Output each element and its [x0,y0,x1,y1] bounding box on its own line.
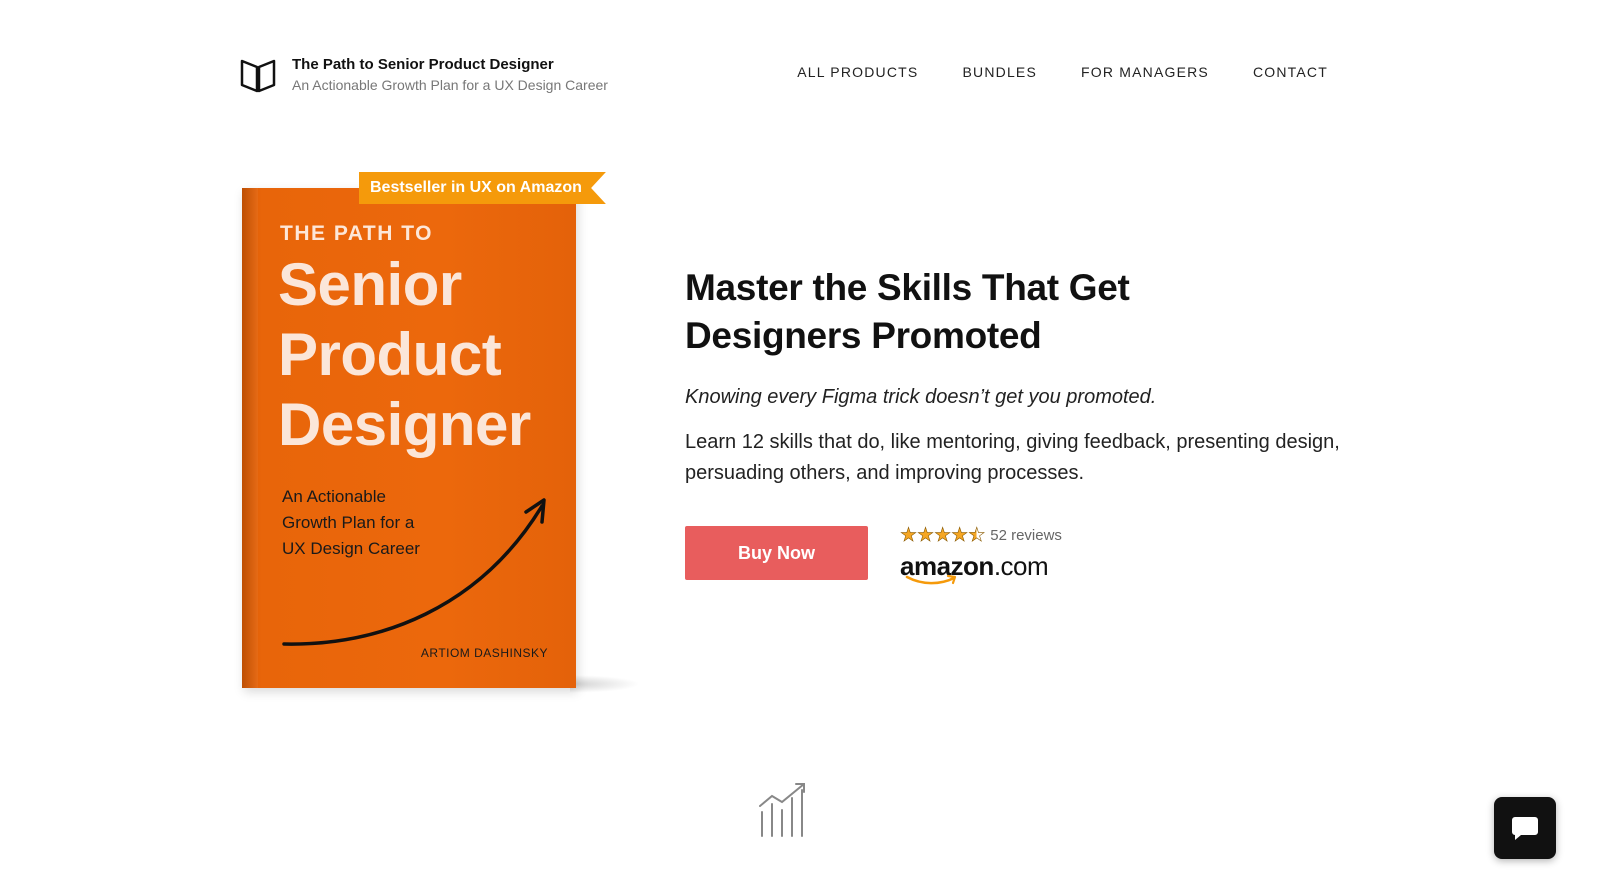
bestseller-ribbon: Bestseller in UX on Amazon [359,172,606,204]
rating-row: ★ ★ ★ ★ ★ 52 reviews [900,525,1062,546]
chat-bubble-icon [1512,817,1538,840]
book-cover-image: Bestseller in UX on Amazon THE PATH TO S… [240,170,640,700]
star-icon: ★ [951,525,969,546]
brand-title: The Path to Senior Product Designer [292,56,554,73]
book-title: Senior Product Designer [278,250,531,460]
buy-now-button[interactable]: Buy Now [685,526,868,580]
nav-bundles[interactable]: BUNDLES [962,64,1037,80]
hero-tagline: Knowing every Figma trick doesn’t get yo… [685,386,1157,408]
half-star-icon: ★ [968,525,986,546]
reviews-count: 52 reviews [990,527,1062,544]
star-icon: ★ [934,525,952,546]
book-subtitle: An Actionable Growth Plan for a UX Desig… [282,484,452,562]
nav-all-products[interactable]: ALL PRODUCTS [797,64,918,80]
open-book-icon [240,59,276,93]
book-subtitle-line: UX Design Career [282,539,420,558]
brand-subtitle: An Actionable Growth Plan for a UX Desig… [292,77,608,93]
hero-title: Master the Skills That Get Designers Pro… [685,264,1345,360]
book-title-line: Senior [278,251,462,318]
amazon-logo: amazon.com [900,551,1062,585]
cta-row: Buy Now ★ ★ ★ ★ ★ 52 reviews amazon.com [685,526,1062,585]
chat-widget-button[interactable] [1494,797,1556,859]
main-nav: ALL PRODUCTS BUNDLES FOR MANAGERS CONTAC… [797,64,1328,80]
book-subtitle-line: An Actionable [282,487,386,506]
hero-content: Master the Skills That Get Designers Pro… [685,264,1345,489]
hero-title-line: Designers Promoted [685,315,1042,356]
amazon-reviews-link[interactable]: ★ ★ ★ ★ ★ 52 reviews amazon.com [900,526,1062,585]
book-subtitle-line: Growth Plan for a [282,513,415,532]
star-icon: ★ [900,525,918,546]
nav-contact[interactable]: CONTACT [1253,64,1328,80]
site-header: The Path to Senior Product Designer An A… [0,0,1600,140]
nav-for-managers[interactable]: FOR MANAGERS [1081,64,1209,80]
book-shadow [570,675,640,693]
book-spine [242,188,258,688]
hero-title-line: Master the Skills That Get [685,267,1130,308]
hero-description: Learn 12 skills that do, like mentoring,… [685,431,1340,484]
book-title-line: Designer [278,391,531,458]
book-title-line: Product [278,321,502,388]
brand-text: The Path to Senior Product Designer An A… [292,55,608,95]
star-icon: ★ [917,525,935,546]
amazon-smile-icon [905,574,957,585]
book-author: ARTIOM DASHINSKY [420,646,548,660]
bar-chart-growth-icon [759,783,805,837]
brand-logo-link[interactable]: The Path to Senior Product Designer An A… [240,55,608,95]
amazon-tld: .com [993,551,1049,581]
book-cover: THE PATH TO Senior Product Designer An A… [242,188,576,688]
book-kicker: THE PATH TO [280,222,433,245]
